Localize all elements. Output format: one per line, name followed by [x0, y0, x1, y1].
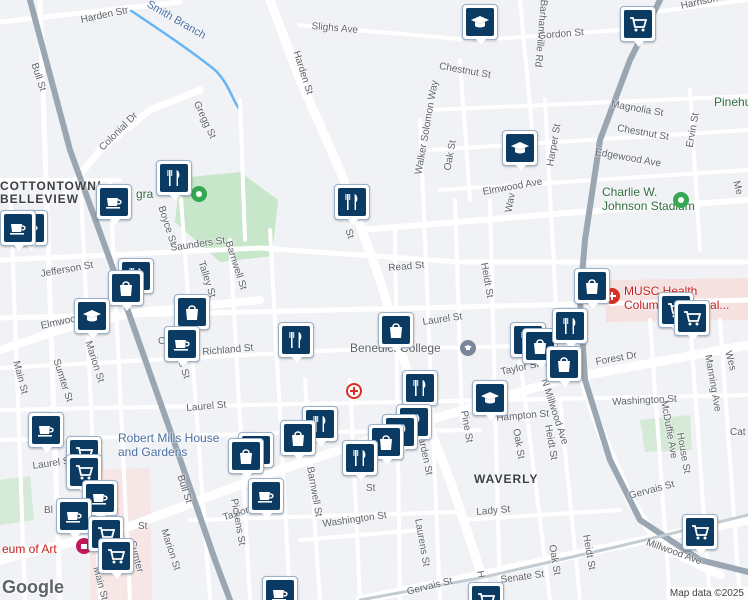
coffee-cup-icon	[100, 188, 128, 216]
shopping-bag-icon	[578, 272, 606, 300]
restaurant-marker[interactable]	[334, 184, 370, 225]
shopping-marker[interactable]	[228, 438, 264, 479]
coffee-cup-icon	[252, 482, 280, 510]
shopping-marker[interactable]	[574, 268, 610, 309]
google-logo: Google	[2, 577, 64, 597]
restaurant-marker[interactable]	[342, 440, 378, 481]
school-poi-icon[interactable]	[460, 340, 476, 356]
cafe-marker[interactable]	[248, 478, 284, 519]
park-area	[0, 476, 34, 525]
grocery-marker[interactable]	[682, 514, 718, 555]
street-label: St	[138, 521, 148, 532]
coffee-cup-icon	[168, 330, 196, 358]
coffee-cup-icon	[32, 416, 60, 444]
fork-knife-icon	[338, 188, 366, 216]
park-poi-icon[interactable]	[191, 186, 207, 202]
cafe-marker[interactable]	[28, 412, 64, 453]
stadium-poi-icon[interactable]	[673, 192, 689, 208]
poi-label-robert-mills-text: Robert Mills House and Gardens	[118, 431, 220, 459]
shopping-bag-icon	[232, 442, 260, 470]
shopping-cart-icon	[624, 10, 652, 38]
fork-knife-icon	[346, 444, 374, 472]
neighborhood-label: WAVERLY	[474, 472, 539, 486]
shopping-bag-icon	[178, 298, 206, 326]
map-attribution: Map data ©2025	[665, 587, 748, 600]
neighborhood-label-text: COTTONTOWN/ BELLEVIEW	[0, 179, 102, 207]
fork-knife-icon	[556, 312, 584, 340]
shopping-bag-icon	[284, 424, 312, 452]
fork-knife-icon	[406, 374, 434, 402]
restaurant-marker[interactable]	[156, 160, 192, 201]
hospital-poi-icon[interactable]	[346, 383, 362, 399]
shopping-marker[interactable]	[174, 294, 210, 335]
school-marker[interactable]	[462, 4, 498, 45]
fork-knife-icon	[282, 326, 310, 354]
coffee-cup-icon	[4, 214, 32, 242]
grocery-marker[interactable]	[98, 538, 134, 579]
poi-label-pinehurst[interactable]: Pinehu	[714, 95, 748, 110]
map-canvas[interactable]: { "streets": { "harden_st_n": "Harden St…	[0, 0, 748, 600]
school-marker[interactable]	[502, 130, 538, 171]
shopping-bag-icon	[112, 274, 140, 302]
graduation-cap-icon	[506, 134, 534, 162]
graduation-cap-icon	[466, 8, 494, 36]
poi-label-gra[interactable]: gra	[136, 187, 153, 202]
cafe-marker[interactable]	[96, 184, 132, 225]
grocery-marker[interactable]	[620, 6, 656, 47]
poi-label-museum-of-art[interactable]: eum of Art	[2, 542, 57, 557]
cafe-marker[interactable]	[262, 576, 298, 600]
shopping-marker[interactable]	[546, 346, 582, 387]
street-label: Bl	[44, 505, 53, 516]
shopping-marker[interactable]	[378, 312, 414, 353]
shopping-cart-icon	[686, 518, 714, 546]
coffee-cup-icon	[266, 580, 294, 600]
street-label: Me	[730, 179, 745, 197]
shopping-bag-icon	[382, 316, 410, 344]
cafe-marker[interactable]	[164, 326, 200, 367]
shopping-cart-icon	[472, 586, 500, 600]
poi-label-robert-mills-house[interactable]: Robert Mills House and Gardens	[118, 431, 220, 460]
restaurant-marker[interactable]	[278, 322, 314, 363]
fork-knife-icon	[160, 164, 188, 192]
restaurant-marker[interactable]	[402, 370, 438, 411]
shopping-cart-icon	[102, 542, 130, 570]
neighborhood-label: COTTONTOWN/ BELLEVIEW	[0, 179, 102, 207]
graduation-cap-icon	[78, 302, 106, 330]
restaurant-marker[interactable]	[552, 308, 588, 349]
school-marker[interactable]	[74, 298, 110, 339]
coffee-cup-icon	[60, 502, 88, 530]
cafe-marker[interactable]	[0, 210, 36, 251]
grocery-marker[interactable]	[468, 582, 504, 600]
grocery-marker[interactable]	[674, 300, 710, 341]
shopping-cart-icon	[678, 304, 706, 332]
cafe-marker[interactable]	[56, 498, 92, 539]
shopping-bag-icon	[550, 350, 578, 378]
school-marker[interactable]	[472, 380, 508, 421]
street-label: Cat	[730, 427, 746, 438]
graduation-cap-icon	[476, 384, 504, 412]
shopping-marker[interactable]	[280, 420, 316, 461]
shopping-marker[interactable]	[108, 270, 144, 311]
street-label: St	[366, 483, 376, 494]
